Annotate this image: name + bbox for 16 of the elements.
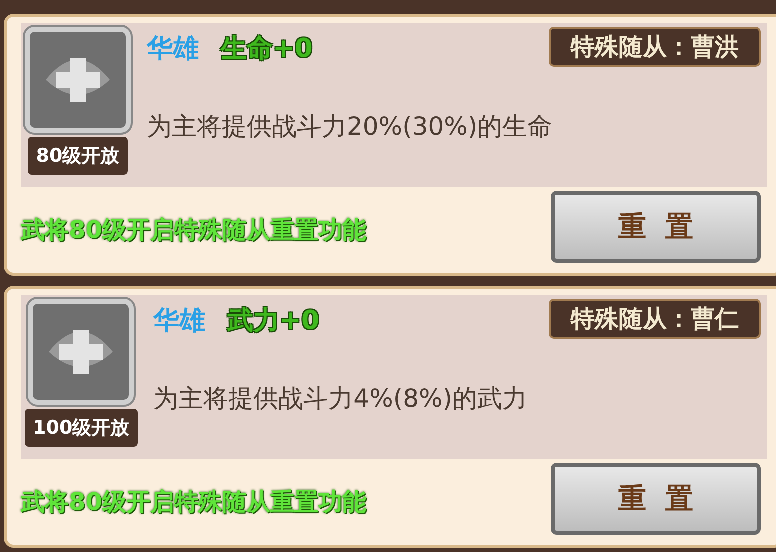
unlock-level-label: 80级开放	[28, 137, 128, 175]
reset-notice: 武将80级开启特殊随从重置功能	[21, 215, 366, 246]
add-slot[interactable]	[25, 27, 131, 133]
stat-bonus: 武力+0	[228, 305, 320, 338]
reset-button[interactable]: 重 置	[551, 191, 761, 263]
general-name: 华雄	[147, 33, 199, 66]
bonus-description: 为主将提供战斗力20%(30%)的生命	[147, 111, 553, 143]
unlock-level-label: 100级开放	[25, 409, 138, 447]
follower-tag: 特殊随从：曹仁	[549, 299, 761, 339]
follower-tag: 特殊随从：曹洪	[549, 27, 761, 67]
reset-notice: 武将80级开启特殊随从重置功能	[21, 487, 366, 518]
stat-bonus: 生命+0	[221, 33, 313, 66]
add-slot[interactable]	[28, 299, 134, 405]
bonus-description: 为主将提供战斗力4%(8%)的武力	[154, 383, 528, 415]
general-name: 华雄	[154, 305, 206, 338]
reset-button[interactable]: 重 置	[551, 463, 761, 535]
